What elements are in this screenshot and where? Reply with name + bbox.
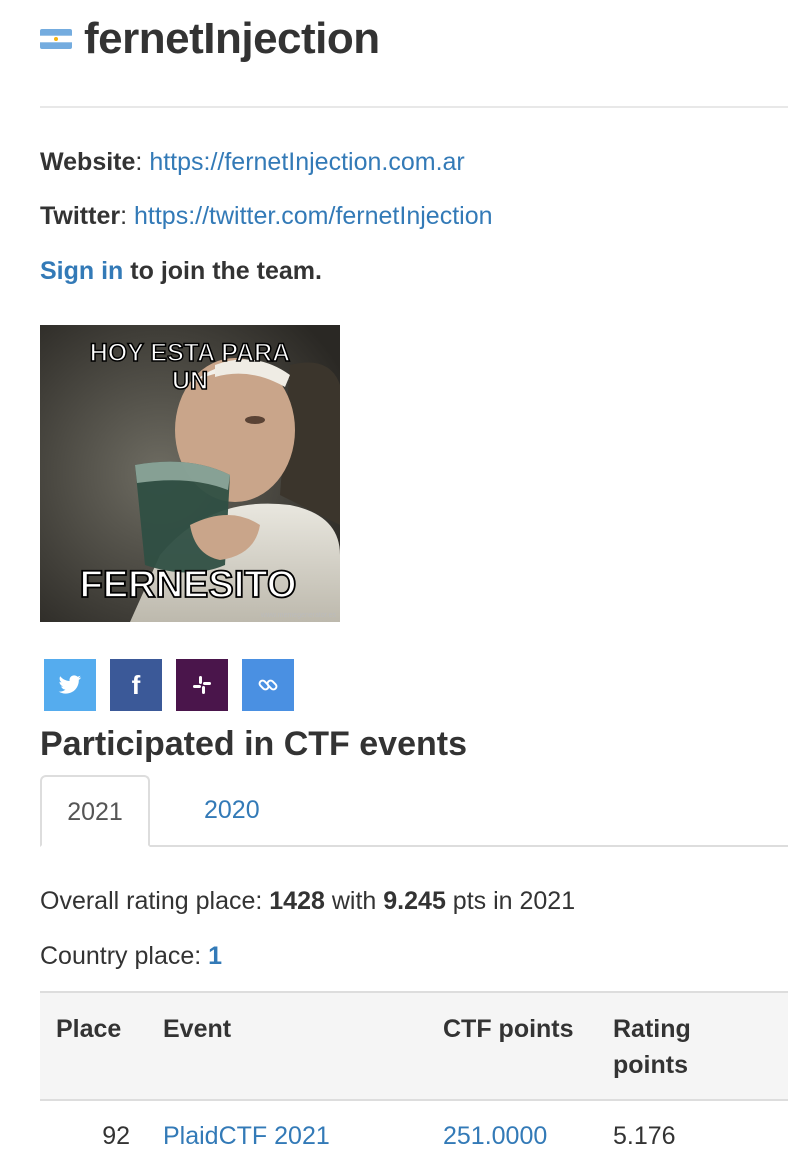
signin-link[interactable]: Sign in (40, 257, 123, 285)
twitter-row: Twitter: https://twitter.com/fernetInjec… (40, 202, 493, 230)
team-logo-image: HOY ESTA PARA UN FERNESITO www.memegener… (40, 325, 340, 622)
row-event-link[interactable]: PlaidCTF 2021 (163, 1122, 330, 1151)
signin-row: Sign in to join the team. (40, 257, 322, 286)
twitter-link[interactable]: https://twitter.com/fernetInjection (134, 202, 493, 230)
share-facebook-button[interactable]: f (110, 659, 162, 711)
country-place-line: Country place: 1 (40, 942, 222, 971)
overall-with-text: with (331, 887, 377, 915)
overall-rating-place: 1428 (269, 887, 325, 915)
meme-bottom-text: FERNESITO (80, 564, 297, 606)
meme-top-line1: HOY ESTA PARA (90, 339, 291, 367)
twitter-label: Twitter (40, 202, 121, 230)
country-place-link[interactable]: 1 (208, 942, 222, 970)
website-link[interactable]: https://fernetInjection.com.ar (149, 148, 464, 176)
signin-text: to join the team. (130, 257, 322, 285)
share-link-button[interactable] (242, 659, 294, 711)
events-section-title: Participated in CTF events (40, 725, 467, 763)
argentina-flag-icon (40, 29, 72, 49)
share-buttons: f (44, 659, 294, 711)
link-icon (258, 679, 278, 691)
divider (40, 106, 788, 108)
overall-rating-points: 9.245 (383, 887, 446, 915)
header-rating-line2: points (613, 1051, 688, 1079)
website-row: Website: https://fernetInjection.com.ar (40, 148, 465, 176)
overall-rating-line: Overall rating place: 1428 with 9.245 pt… (40, 887, 575, 916)
meme-watermark: www.memegenerator.es (260, 612, 337, 619)
row-place: 92 (102, 1122, 130, 1150)
team-header: fernetInjection (40, 14, 380, 64)
share-slack-button[interactable] (176, 659, 228, 711)
header-place: Place (56, 1015, 122, 1043)
team-name: fernetInjection (84, 14, 380, 63)
header-rating-line1: Rating (613, 1015, 691, 1043)
country-place-label: Country place: (40, 942, 202, 970)
share-twitter-button[interactable] (44, 659, 96, 711)
overall-rating-label: Overall rating place: (40, 887, 263, 915)
row-rating-points: 5.176 (613, 1122, 676, 1150)
year-tabs: 2021 2020 (40, 775, 788, 847)
slack-icon (193, 676, 211, 694)
twitter-icon (58, 675, 82, 694)
results-table: Place Event CTF points Rating points 92 … (40, 991, 788, 1150)
tab-2020[interactable]: 2020 (178, 775, 286, 845)
header-event: Event (163, 1015, 232, 1043)
row-ctf-points-link[interactable]: 251.0000 (443, 1122, 547, 1151)
tab-2021[interactable]: 2021 (40, 775, 150, 847)
facebook-icon: f (131, 669, 141, 700)
overall-rating-suffix: pts in 2021 (452, 887, 576, 915)
website-label: Website (40, 148, 136, 176)
meme-top-line2: UN (172, 367, 208, 395)
header-rating-points: Rating points (613, 1011, 691, 1083)
header-ctf-points: CTF points (443, 1015, 574, 1043)
table-header: Place Event CTF points Rating points (40, 993, 788, 1101)
